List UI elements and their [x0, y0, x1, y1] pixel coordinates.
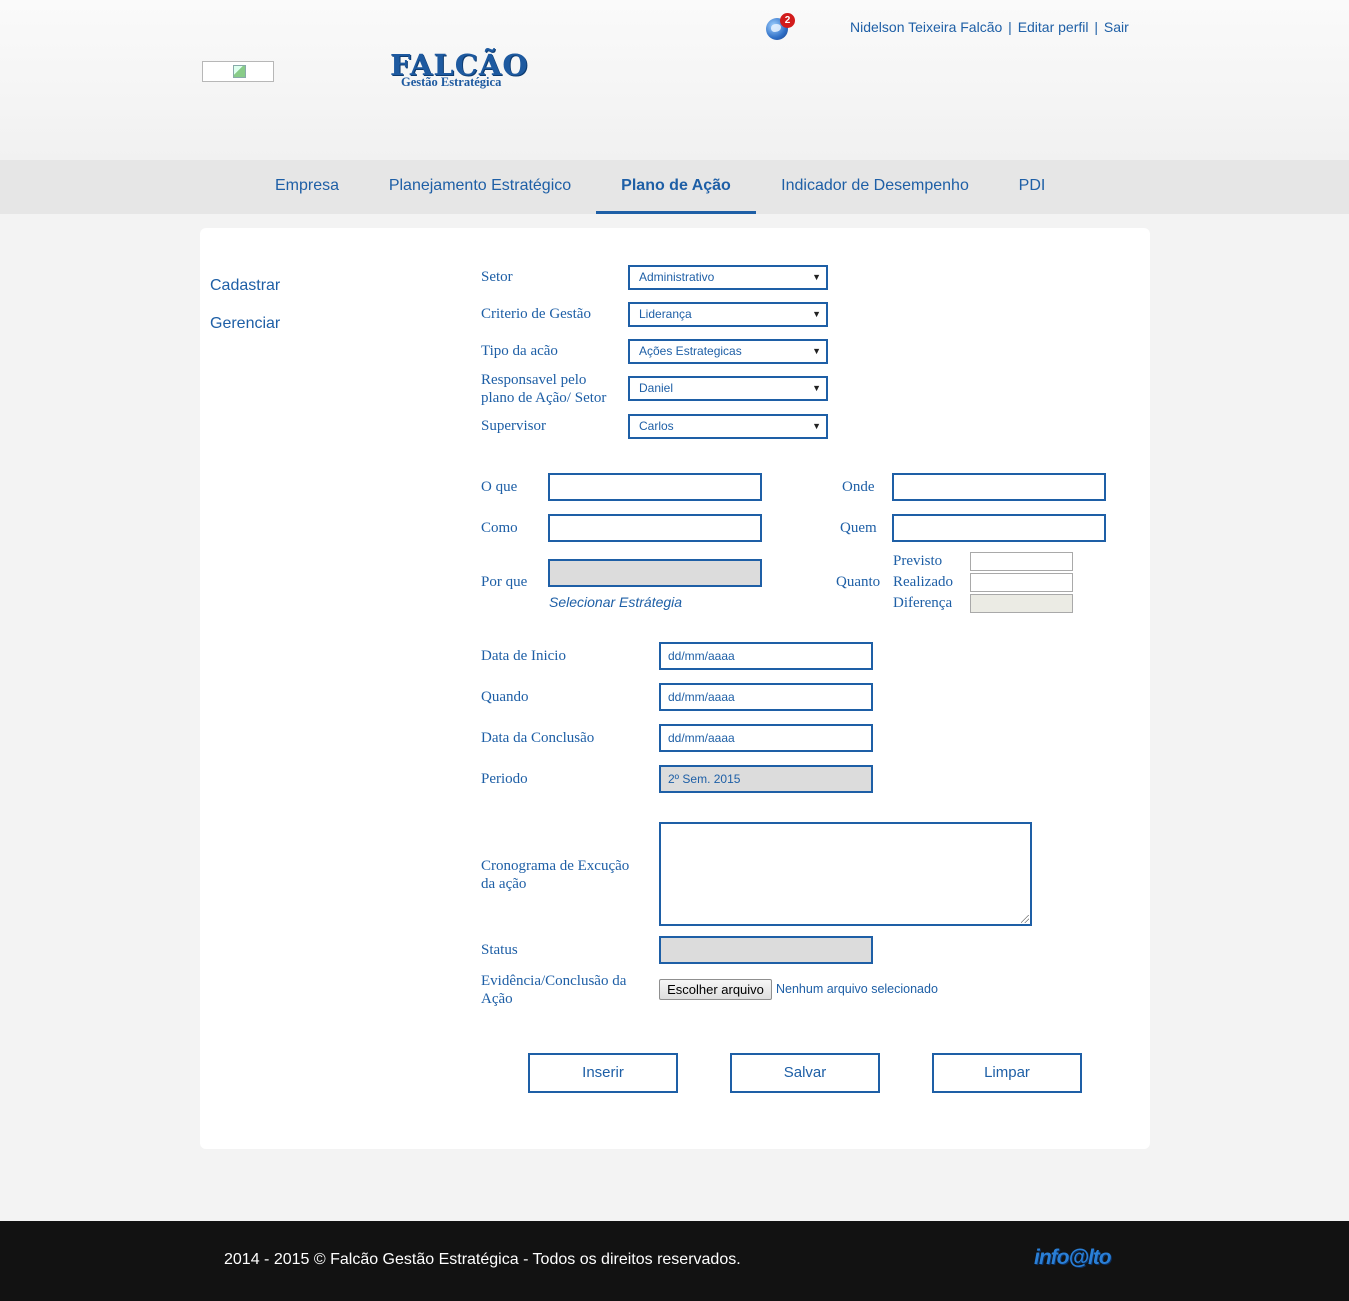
cronograma-label-line1: Cronograma de Excução	[481, 858, 630, 874]
evidencia-label-line1: Evidência/Conclusão da	[481, 973, 627, 989]
nav-item-pdi[interactable]: PDI	[1004, 160, 1060, 214]
supervisor-select[interactable]: Carlos ▼	[628, 414, 828, 439]
previsto-input[interactable]	[970, 552, 1073, 571]
responsavel-value: Daniel	[639, 381, 674, 395]
choose-file-button[interactable]: Escolher arquivo	[659, 979, 772, 1000]
nav-item-indicador[interactable]: Indicador de Desempenho	[766, 160, 984, 214]
header: FALCÃO Gestão Estratégica 2 Nidelson Tei…	[0, 0, 1349, 160]
dropdown-arrow-icon: ▼	[812, 272, 821, 282]
quanto-label: Quanto	[836, 574, 881, 590]
insert-button[interactable]: Inserir	[528, 1053, 678, 1093]
copyright-text: 2014 - 2015 © Falcão Gestão Estratégica …	[224, 1251, 741, 1268]
cronograma-textarea[interactable]	[659, 822, 1032, 926]
setor-select[interactable]: Administrativo ▼	[628, 265, 828, 290]
responsavel-label-line2: plano de Ação/ Setor	[481, 390, 607, 406]
brand-logo[interactable]: FALCÃO Gestão Estratégica	[390, 50, 530, 90]
sidebar-item-gerenciar[interactable]: Gerenciar	[210, 315, 280, 333]
user-name-link[interactable]: Nidelson Teixeira Falcão	[850, 19, 1002, 35]
status-label: Status	[481, 942, 518, 958]
edit-profile-link[interactable]: Editar perfil	[1018, 19, 1089, 35]
supervisor-value: Carlos	[639, 419, 674, 433]
realizado-input[interactable]	[970, 573, 1073, 592]
sidebar-item-cadastrar[interactable]: Cadastrar	[210, 277, 280, 295]
o-que-input[interactable]	[548, 473, 762, 501]
dropdown-arrow-icon: ▼	[812, 309, 821, 319]
quando-input[interactable]: dd/mm/aaaa	[659, 683, 873, 711]
como-label: Como	[481, 520, 518, 536]
setor-label: Setor	[481, 269, 513, 285]
diferenca-input	[970, 594, 1073, 613]
onde-label: Onde	[842, 479, 875, 495]
periodo-input: 2º Sem. 2015	[659, 765, 873, 793]
no-file-text: Nenhum arquivo selecionado	[776, 982, 938, 996]
dropdown-arrow-icon: ▼	[812, 383, 821, 393]
quem-input[interactable]	[892, 514, 1106, 542]
footer: 2014 - 2015 © Falcão Gestão Estratégica …	[0, 1221, 1349, 1301]
clear-button[interactable]: Limpar	[932, 1053, 1082, 1093]
main-nav: Empresa Planejamento Estratégico Plano d…	[0, 160, 1349, 214]
diferenca-label: Diferença	[893, 595, 953, 611]
dropdown-arrow-icon: ▼	[812, 421, 821, 431]
por-que-input[interactable]	[548, 559, 762, 587]
nav-item-plano-de-acao[interactable]: Plano de Ação	[596, 160, 756, 214]
onde-input[interactable]	[892, 473, 1106, 501]
data-inicio-label: Data de Inicio	[481, 648, 566, 664]
logo-subtitle: Gestão Estratégica	[401, 75, 502, 89]
infoalto-logo[interactable]: info@lto	[1034, 1246, 1112, 1270]
status-input	[659, 936, 873, 964]
criterio-value: Liderança	[639, 307, 692, 321]
notification-badge: 2	[780, 13, 795, 28]
responsavel-label-line1: Responsavel pelo	[481, 372, 587, 388]
select-strategy-link[interactable]: Selecionar Estrátegia	[549, 594, 682, 610]
separator: |	[1008, 19, 1012, 35]
supervisor-label: Supervisor	[481, 418, 546, 434]
tipo-value: Ações Estrategicas	[639, 344, 742, 358]
separator: |	[1094, 19, 1099, 35]
cronograma-label-line2: da ação	[481, 876, 527, 892]
como-input[interactable]	[548, 514, 762, 542]
evidencia-label-line2: Ação	[481, 991, 513, 1007]
previsto-label: Previsto	[893, 553, 943, 569]
user-menu: Nidelson Teixeira Falcão | Editar perfil…	[850, 19, 1129, 35]
tipo-label: Tipo da acão	[481, 343, 558, 359]
dropdown-arrow-icon: ▼	[812, 346, 821, 356]
nav-item-empresa[interactable]: Empresa	[258, 160, 356, 214]
quem-label: Quem	[840, 520, 877, 536]
periodo-label: Periodo	[481, 771, 528, 787]
data-inicio-input[interactable]: dd/mm/aaaa	[659, 642, 873, 670]
criterio-select[interactable]: Liderança ▼	[628, 302, 828, 327]
realizado-label: Realizado	[893, 574, 953, 590]
o-que-label: O que	[481, 479, 518, 495]
por-que-label: Por que	[481, 574, 528, 590]
data-conclusao-input[interactable]: dd/mm/aaaa	[659, 724, 873, 752]
logout-link[interactable]: Sair	[1104, 19, 1129, 35]
broken-image-icon	[202, 61, 274, 82]
quando-label: Quando	[481, 689, 529, 705]
setor-value: Administrativo	[639, 270, 715, 284]
tipo-select[interactable]: Ações Estrategicas ▼	[628, 339, 828, 364]
data-conclusao-label: Data da Conclusão	[481, 730, 595, 746]
content-panel: Cadastrar Gerenciar Setor Administrativo…	[200, 228, 1150, 1149]
responsavel-select[interactable]: Daniel ▼	[628, 376, 828, 401]
save-button[interactable]: Salvar	[730, 1053, 880, 1093]
criterio-label: Criterio de Gestão	[481, 306, 591, 322]
nav-item-planejamento[interactable]: Planejamento Estratégico	[375, 160, 585, 214]
notifications-globe-icon[interactable]: 2	[766, 13, 795, 40]
